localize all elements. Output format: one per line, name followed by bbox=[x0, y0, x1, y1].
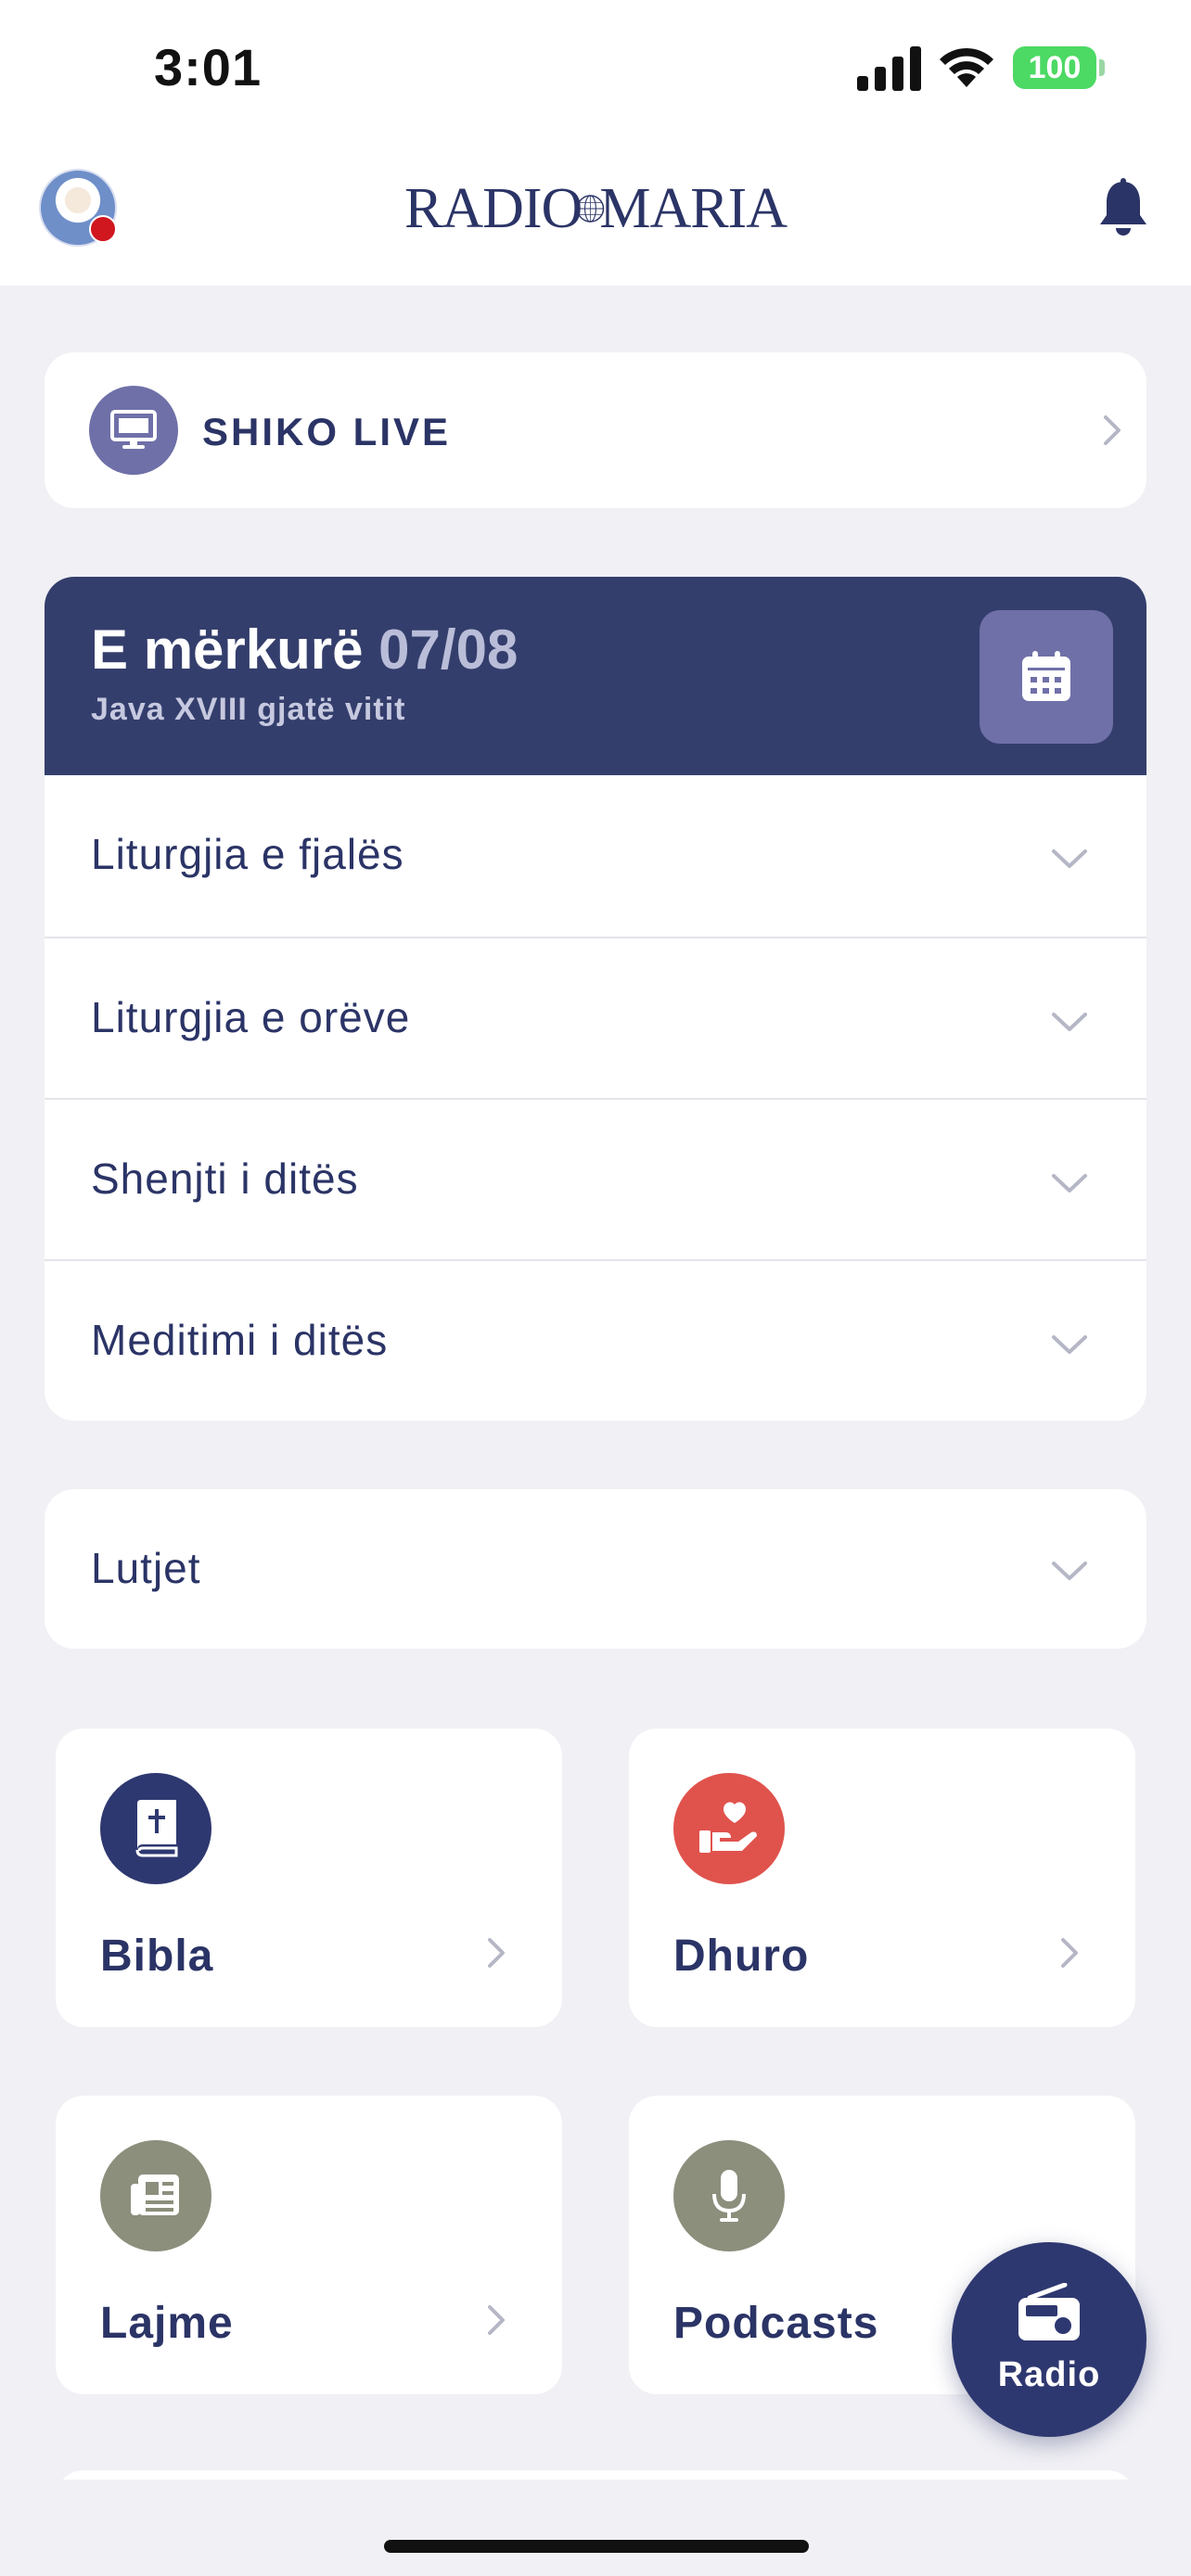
chevron-down-icon bbox=[1052, 1013, 1087, 1031]
calendar-icon bbox=[1022, 651, 1070, 701]
bible-icon bbox=[100, 1773, 211, 1884]
battery-indicator: 100 bbox=[1013, 46, 1096, 89]
chevron-down-icon bbox=[1052, 1335, 1087, 1354]
signal-icon bbox=[857, 46, 921, 91]
accordion-label: Liturgjia e orëve bbox=[91, 993, 411, 1041]
logo-text-left: RADIO bbox=[404, 176, 583, 240]
date: 07/08 bbox=[378, 618, 519, 681]
daily-liturgy-card: E mërkurë 07/08 Java XVIII gjatë vitit L… bbox=[45, 577, 1146, 1421]
radio-label: Radio bbox=[997, 2355, 1101, 2394]
tile-label: Podcasts bbox=[673, 2299, 879, 2348]
bottom-background bbox=[0, 2480, 1191, 2576]
logo-text-right: MARIA bbox=[599, 176, 788, 240]
chevron-right-icon bbox=[488, 1938, 505, 1968]
app-header: RADIO MARIA bbox=[0, 139, 1191, 286]
accordion-label: Lutjet bbox=[91, 1544, 201, 1592]
tile-donate[interactable]: Dhuro bbox=[629, 1728, 1135, 2027]
bell-icon[interactable] bbox=[1096, 178, 1150, 237]
chevron-right-icon bbox=[1104, 415, 1121, 445]
liturgical-week: Java XVIII gjatë vitit bbox=[91, 692, 406, 727]
tile-bible[interactable]: Bibla bbox=[56, 1728, 562, 2027]
tile-label: Lajme bbox=[100, 2299, 234, 2348]
chevron-right-icon bbox=[1061, 1938, 1078, 1968]
home-indicator[interactable] bbox=[384, 2540, 809, 2553]
chevron-down-icon bbox=[1052, 849, 1087, 868]
wifi-icon bbox=[940, 47, 993, 87]
day-title: E mërkurë 07/08 bbox=[91, 618, 518, 682]
day-header: E mërkurë 07/08 Java XVIII gjatë vitit bbox=[45, 577, 1146, 775]
battery-tip bbox=[1099, 59, 1105, 76]
radio-player-button[interactable]: Radio bbox=[952, 2242, 1146, 2437]
monitor-icon bbox=[89, 386, 178, 475]
status-bar: 3:01 100 bbox=[0, 0, 1191, 139]
status-time: 3:01 bbox=[154, 38, 263, 96]
radio-maria-logo: RADIO MARIA bbox=[404, 169, 788, 249]
accordion-meditation-of-day[interactable]: Meditimi i ditës bbox=[45, 1259, 1146, 1421]
calendar-button[interactable] bbox=[980, 610, 1113, 744]
accordion-liturgy-of-hours[interactable]: Liturgjia e orëve bbox=[45, 937, 1146, 1098]
tile-label: Bibla bbox=[100, 1932, 214, 1981]
microphone-icon bbox=[673, 2140, 785, 2251]
radio-icon bbox=[1018, 2283, 1080, 2340]
accordion-liturgy-of-word[interactable]: Liturgjia e fjalës bbox=[45, 775, 1146, 937]
watch-live-label: SHIKO LIVE bbox=[202, 410, 452, 453]
accordion-label: Shenjti i ditës bbox=[91, 1154, 359, 1203]
chevron-right-icon bbox=[488, 2305, 505, 2335]
accordion-saint-of-day[interactable]: Shenjti i ditës bbox=[45, 1098, 1146, 1259]
donate-heart-icon bbox=[673, 1773, 785, 1884]
news-icon bbox=[100, 2140, 211, 2251]
watch-live-button[interactable]: SHIKO LIVE bbox=[45, 352, 1146, 508]
accordion-label: Liturgjia e fjalës bbox=[91, 830, 404, 878]
tile-news[interactable]: Lajme bbox=[56, 2096, 562, 2394]
chevron-down-icon bbox=[1052, 1174, 1087, 1192]
flag-badge-icon bbox=[89, 215, 117, 243]
weekday: E mërkurë bbox=[91, 618, 364, 681]
accordion-prayers[interactable]: Lutjet bbox=[45, 1489, 1146, 1649]
tile-label: Dhuro bbox=[673, 1932, 810, 1981]
accordion-label: Meditimi i ditës bbox=[91, 1316, 389, 1364]
chevron-down-icon bbox=[1052, 1562, 1087, 1580]
